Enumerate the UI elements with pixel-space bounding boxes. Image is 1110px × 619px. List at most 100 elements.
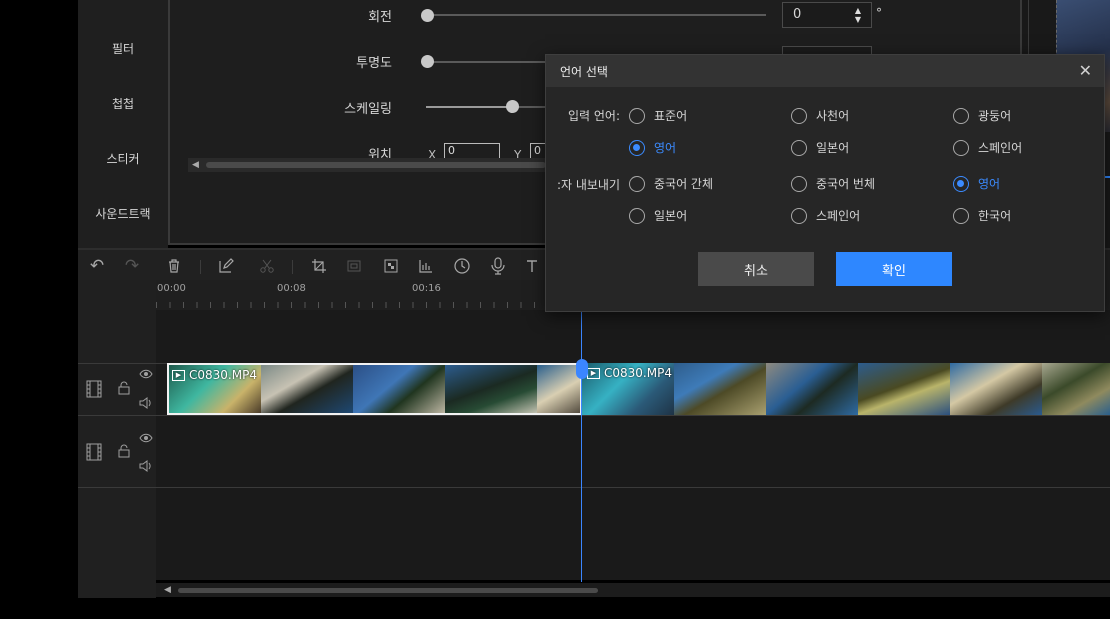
radio-circle (953, 175, 969, 192)
timeline-scroll-thumb[interactable] (178, 588, 598, 593)
video-clip[interactable]: ▶ C0830.MP4 (582, 363, 1110, 415)
input-language-label: 입력 언어: (567, 109, 620, 123)
nav-item-overlay[interactable]: 첩첩 (78, 95, 168, 112)
radio-circle (791, 107, 807, 124)
scroll-left-icon[interactable]: ◀ (164, 585, 171, 595)
radio-export-japanese[interactable]: 일본어 (629, 207, 687, 224)
radio-label: 일본어 (654, 209, 688, 223)
radio-export-traditional-chinese[interactable]: 중국어 번체 (791, 175, 875, 192)
radio-export-english[interactable]: 영어 (953, 175, 1000, 192)
film-track-icon (86, 380, 102, 401)
clip-thumbnail (353, 365, 445, 413)
spin-up-icon[interactable]: ▲ (853, 6, 863, 15)
clip-thumbnail (766, 363, 858, 415)
scaling-slider-knob[interactable] (506, 100, 519, 113)
rotation-input[interactable]: 0 ▲ ▼ (782, 2, 872, 28)
scroll-left-icon[interactable]: ◀ (192, 160, 199, 170)
confirm-button[interactable]: 확인 (836, 252, 952, 286)
film-track-icon (86, 443, 102, 464)
radio-circle (629, 207, 645, 224)
track-divider (78, 487, 1110, 488)
radio-input-mandarin[interactable]: 표준어 (629, 107, 687, 124)
dialog-header: 언어 선택 ✕ (546, 55, 1104, 87)
radio-label: 중국어 간체 (654, 177, 714, 191)
radio-label: 영어 (978, 177, 1001, 191)
clip-title: ▶ C0830.MP4 (172, 368, 257, 382)
radio-input-english[interactable]: 영어 (629, 139, 676, 156)
eye-icon[interactable] (139, 368, 153, 382)
eye-icon[interactable] (139, 432, 153, 446)
ruler-tick-label: 00:16 (412, 283, 441, 294)
opacity-slider-knob[interactable] (421, 55, 434, 68)
radio-label: 중국어 번체 (816, 177, 876, 191)
opacity-label: 투명도 (356, 56, 392, 71)
language-dialog: 언어 선택 ✕ 입력 언어: 표준어 사천어 광둥어 영어 일본어 스페인어 자… (545, 54, 1105, 312)
radio-circle (629, 175, 645, 192)
clip-thumbnail (950, 363, 1042, 415)
speed-icon[interactable] (451, 255, 473, 277)
export-language-label: 자 내보내기: (556, 178, 620, 192)
clip-thumbnail (1042, 363, 1110, 415)
radio-label: 스페인어 (978, 141, 1023, 155)
playhead-line[interactable] (581, 312, 582, 582)
clip-thumbnail (261, 365, 353, 413)
undo-icon[interactable]: ↶ (86, 255, 108, 277)
edit-icon[interactable] (215, 255, 237, 277)
volume-icon[interactable] (139, 397, 153, 412)
volume-icon[interactable] (139, 460, 153, 475)
properties-scrollbar[interactable]: ◀ (188, 158, 548, 172)
radio-circle (791, 139, 807, 156)
radio-circle (953, 139, 969, 156)
radio-label: 스페인어 (816, 209, 861, 223)
clip-thumbnail (858, 363, 950, 415)
radio-label: 표준어 (654, 109, 688, 123)
video-file-icon: ▶ (587, 367, 600, 379)
radio-input-sichuanese[interactable]: 사천어 (791, 107, 849, 124)
rotation-label: 회전 (368, 10, 392, 25)
opacity-slider-track[interactable] (426, 61, 546, 63)
crop-icon[interactable] (308, 255, 330, 277)
cut-icon[interactable] (256, 255, 278, 277)
playhead-handle[interactable] (576, 359, 588, 379)
dialog-title: 언어 선택 (560, 65, 608, 79)
rotation-value: 0 (793, 7, 802, 22)
radio-label: 사천어 (816, 109, 850, 123)
close-icon[interactable]: ✕ (1079, 61, 1092, 80)
rotation-slider-track[interactable] (426, 14, 766, 16)
ruler-tick-label: 00:08 (277, 283, 306, 294)
radio-label: 광둥어 (978, 109, 1012, 123)
toolbar-separator (200, 260, 201, 274)
redo-icon[interactable]: ↷ (121, 255, 143, 277)
radio-input-cantonese[interactable]: 광둥어 (953, 107, 1011, 124)
mosaic-icon[interactable] (380, 255, 402, 277)
toolbar-separator (292, 260, 293, 274)
radio-input-spanish[interactable]: 스페인어 (953, 139, 1022, 156)
properties-scroll-thumb[interactable] (206, 162, 546, 168)
ruler-tick-label: 00:00 (157, 283, 186, 294)
video-file-icon: ▶ (172, 369, 185, 381)
lock-icon[interactable] (118, 444, 130, 461)
spin-down-icon[interactable]: ▼ (853, 15, 863, 24)
radio-export-simplified-chinese[interactable]: 중국어 간체 (629, 175, 713, 192)
video-clip[interactable]: ▶ C0830.MP4 (167, 363, 582, 415)
nav-item-filter[interactable]: 필터 (78, 40, 168, 57)
lock-icon[interactable] (118, 381, 130, 398)
freeze-frame-icon[interactable] (343, 255, 365, 277)
radio-input-japanese[interactable]: 일본어 (791, 139, 849, 156)
radio-export-spanish[interactable]: 스페인어 (791, 207, 860, 224)
rotation-slider-knob[interactable] (421, 9, 434, 22)
timeline-scrollbar[interactable]: ◀ (156, 583, 1110, 597)
text-icon[interactable] (522, 255, 544, 277)
clip-thumbnail (674, 363, 766, 415)
scaling-slider-fill (426, 106, 511, 108)
radio-circle (629, 107, 645, 124)
nav-item-sticker[interactable]: 스티커 (78, 150, 168, 167)
nav-item-soundtrack[interactable]: 사운드트랙 (78, 205, 168, 222)
timeline-tracks[interactable] (156, 310, 1110, 580)
audio-wave-icon[interactable] (415, 255, 437, 277)
cancel-button[interactable]: 취소 (698, 252, 814, 286)
radio-export-korean[interactable]: 한국어 (953, 207, 1011, 224)
voiceover-icon[interactable] (487, 255, 509, 277)
delete-icon[interactable] (163, 255, 185, 277)
radio-circle (791, 175, 807, 192)
